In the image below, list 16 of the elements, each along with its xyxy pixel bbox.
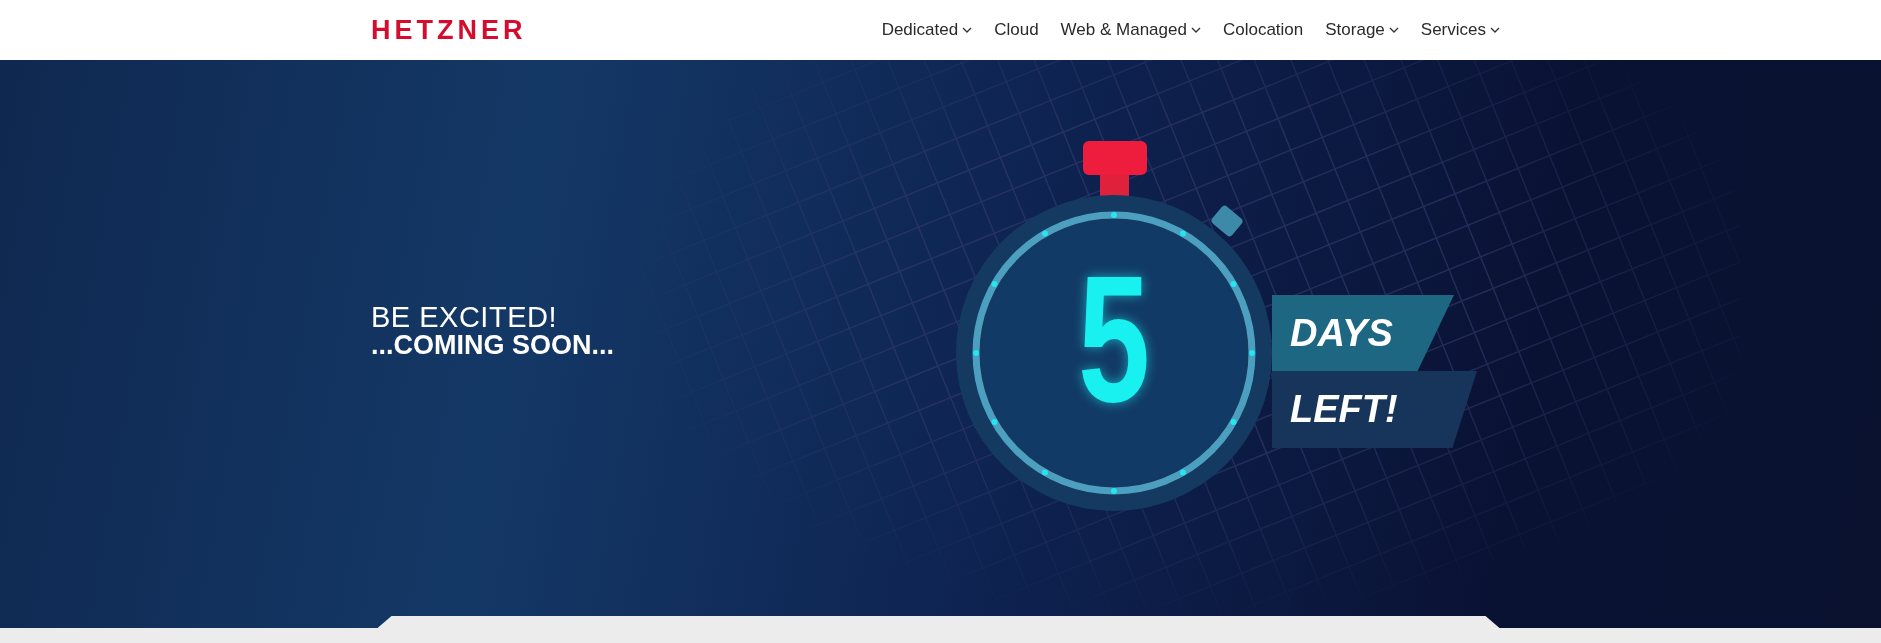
nav-link[interactable]: Web & Managed [1060, 20, 1201, 40]
nav-link[interactable]: Services [1420, 20, 1500, 40]
hero-kicker: BE EXCITED! [371, 303, 558, 332]
nav-link[interactable]: Cloud [994, 20, 1039, 40]
chevron-down-icon [1190, 27, 1201, 33]
countdown-number: 5 [1078, 258, 1150, 420]
nav-link[interactable]: Colocation [1222, 20, 1304, 40]
nav-link[interactable]: Storage [1325, 20, 1399, 40]
chevron-down-icon [1490, 27, 1500, 33]
left-ribbon: LEFT! [1272, 371, 1477, 448]
hero-headline: ...COMING SOON... [371, 332, 615, 359]
days-ribbon: DAYS [1272, 295, 1454, 371]
logo[interactable]: HETZNER [371, 16, 527, 44]
chevron-down-icon [1388, 27, 1399, 33]
nav-link[interactable]: Dedicated [881, 20, 973, 40]
chevron-down-icon [962, 27, 973, 33]
